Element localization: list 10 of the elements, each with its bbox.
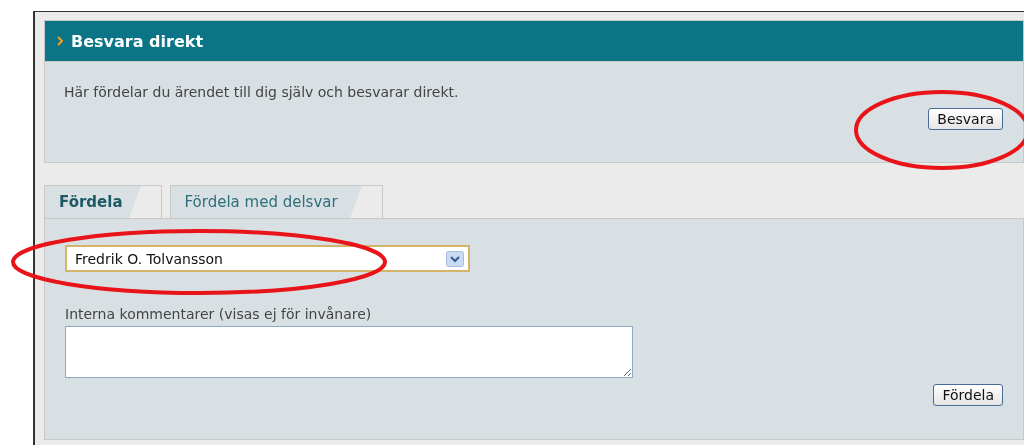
description-text: Här fördelar du ärendet till dig själv och besvarar direkt.	[64, 84, 460, 100]
comment-field[interactable]	[65, 326, 633, 378]
tab[interactable]: Fördela	[44, 185, 162, 218]
chevron-icon	[57, 36, 63, 46]
assignee-dropdown[interactable]: Fredrik O. Tolvansson	[65, 245, 470, 272]
tab[interactable]: Fördela med delsvar	[169, 185, 383, 218]
assign-button[interactable]: Fördela	[933, 384, 1003, 406]
panel-title: Besvara direkt	[71, 31, 204, 51]
comment-label: Interna kommentarer (visas ej för invånare)	[65, 306, 373, 322]
answer-button[interactable]: Besvara	[928, 108, 1003, 130]
